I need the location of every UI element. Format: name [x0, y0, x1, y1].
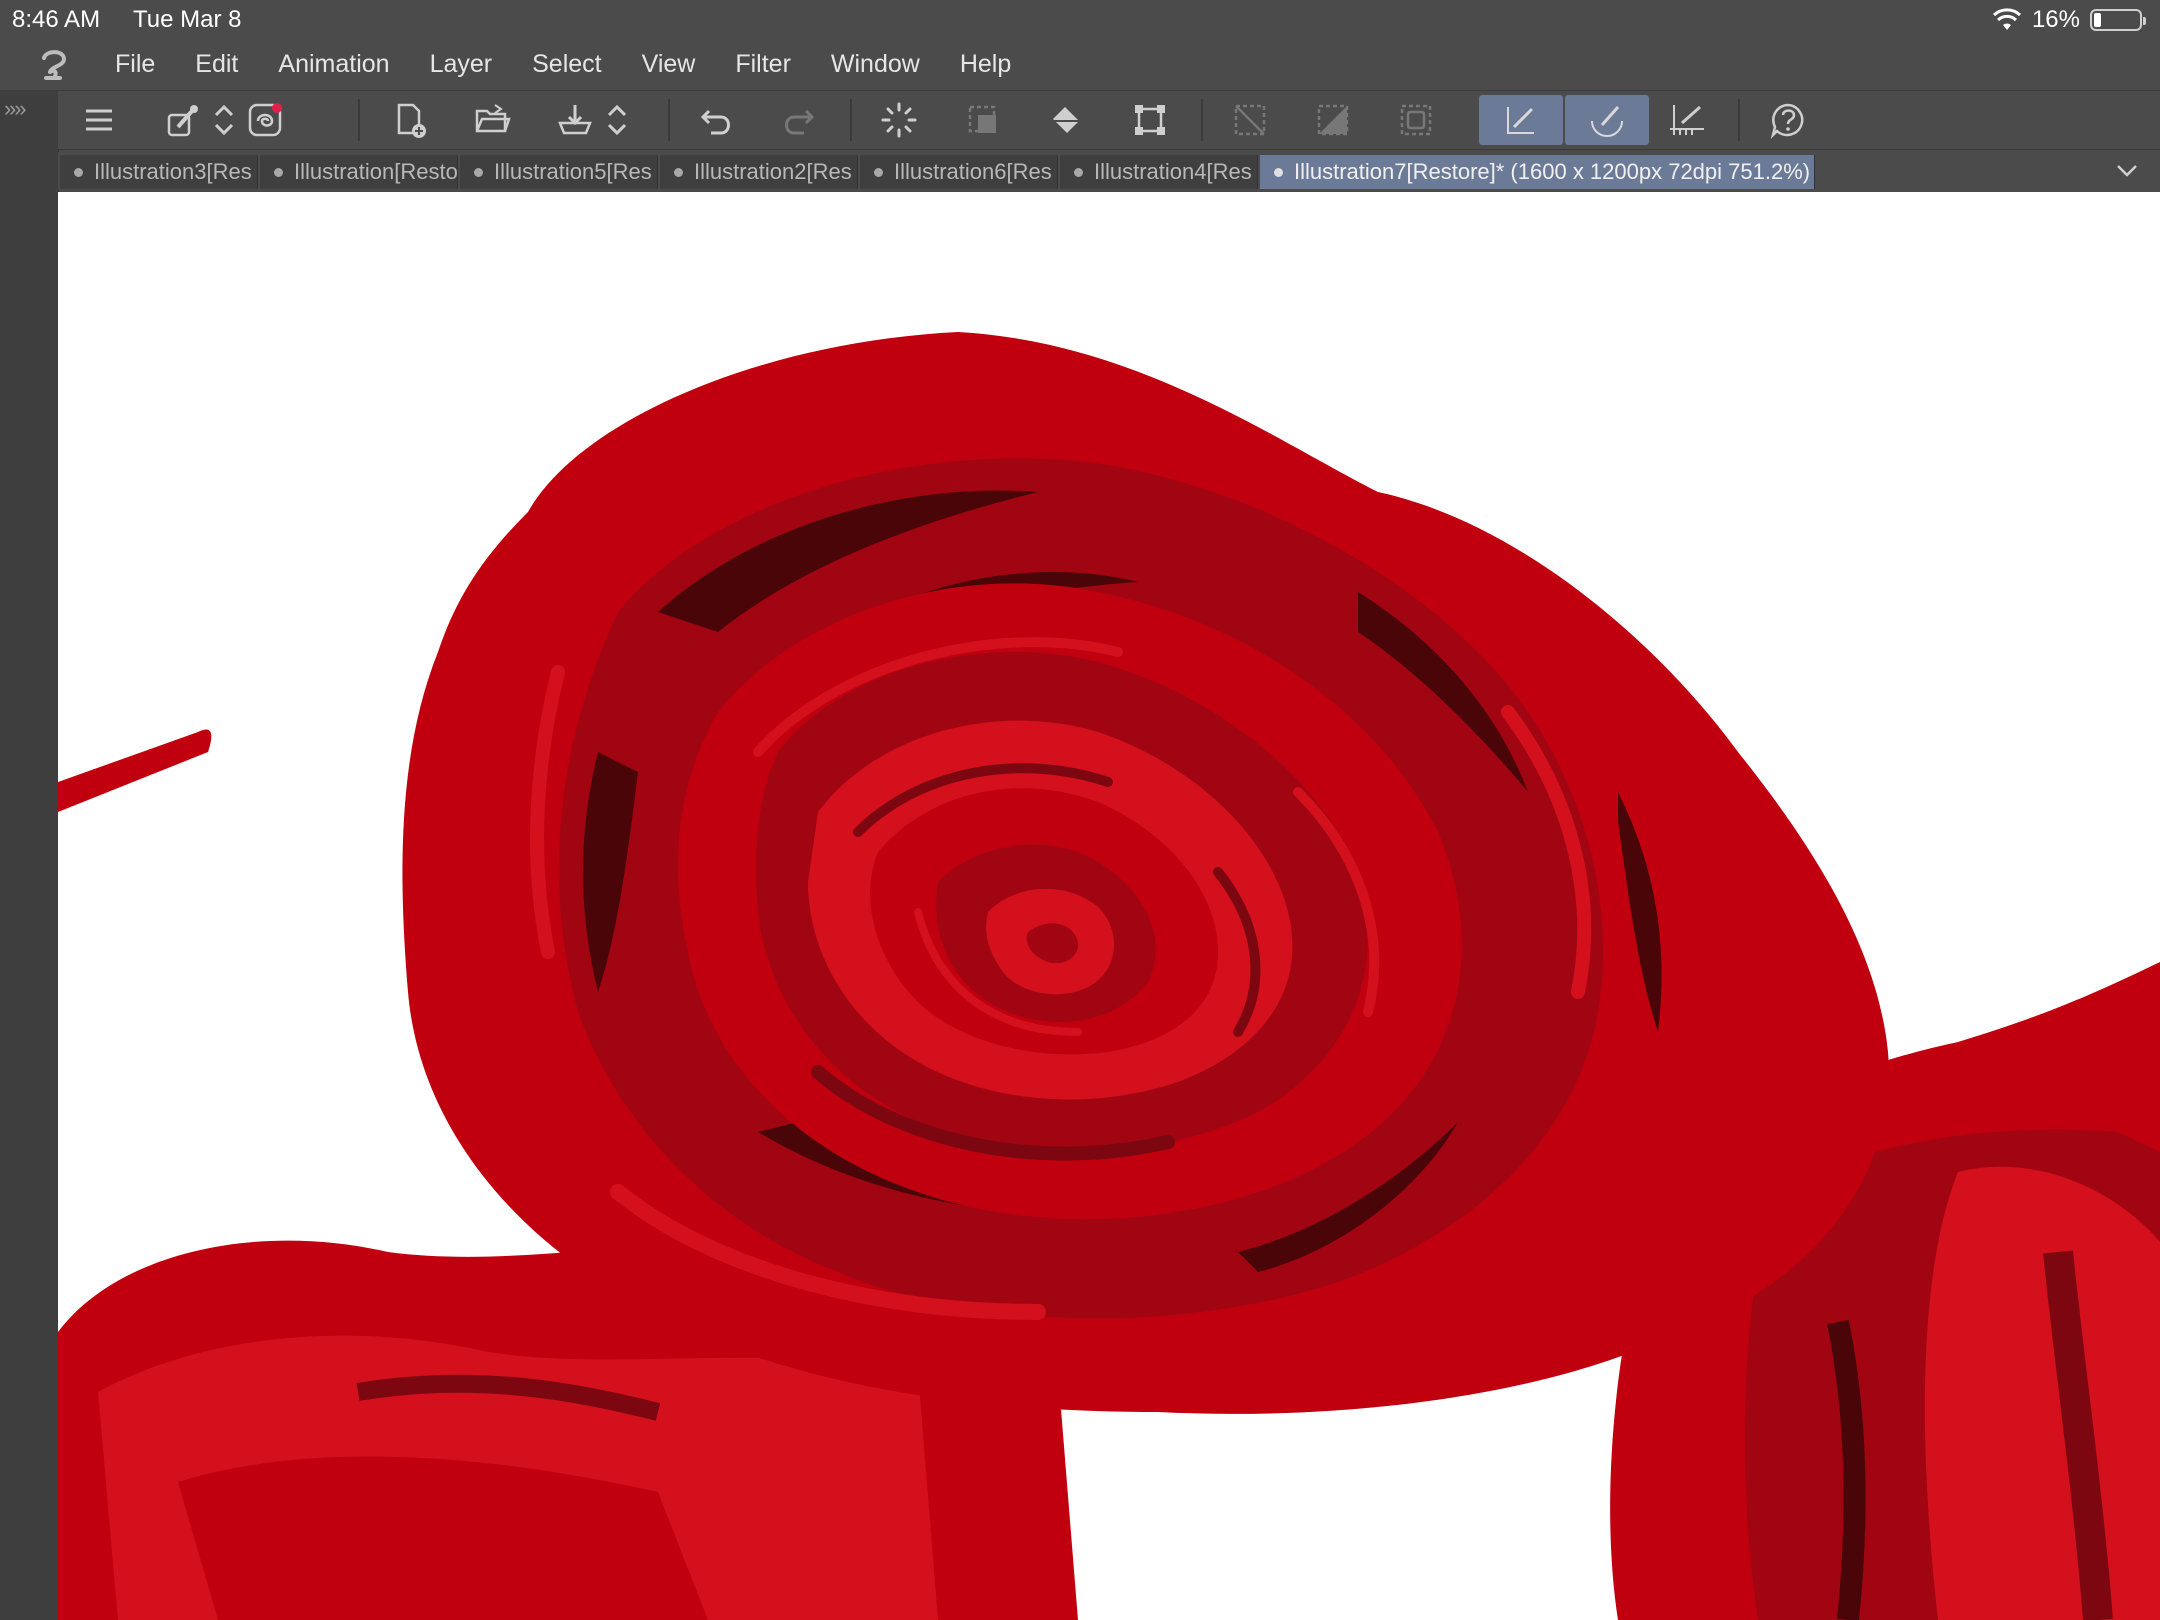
- up-down-arrows-icon-2[interactable]: [591, 95, 643, 145]
- status-bar: 8:46 AM Tue Mar 8 16%: [0, 0, 2160, 40]
- help-icon[interactable]: [1762, 95, 1814, 145]
- snap-special-ruler-icon[interactable]: [1565, 95, 1649, 145]
- show-selection-icon[interactable]: [1390, 95, 1442, 145]
- tab-illustration4[interactable]: Illustration4[Res: [1060, 155, 1258, 189]
- tab-label: Illustration2[Res: [694, 159, 852, 184]
- undo-icon[interactable]: [690, 95, 742, 145]
- menu-icon[interactable]: [73, 95, 125, 145]
- open-folder-icon[interactable]: [466, 95, 518, 145]
- menu-item-select[interactable]: Select: [532, 50, 601, 79]
- menu-item-view[interactable]: View: [642, 50, 696, 79]
- menu-item-window[interactable]: Window: [831, 50, 920, 79]
- menu-item-help[interactable]: Help: [960, 50, 1011, 79]
- tab-illustration7[interactable]: Illustration7[Restore]* (1600 x 1200px 7…: [1260, 155, 1815, 189]
- transform-selection-icon[interactable]: [957, 95, 1009, 145]
- tab-label: Illustration7[Restore]* (1600 x 1200px 7…: [1294, 159, 1811, 184]
- companion-icon[interactable]: [239, 95, 291, 145]
- menu-item-layer[interactable]: Layer: [430, 50, 493, 79]
- status-date: Tue Mar 8: [133, 6, 242, 33]
- menu-item-filter[interactable]: Filter: [735, 50, 791, 79]
- battery-icon: [2090, 9, 2146, 31]
- status-right: 16%: [1992, 6, 2146, 34]
- tab-illustration2[interactable]: Illustration2[Res: [660, 155, 858, 189]
- rose-artwork: [58, 332, 2160, 1620]
- document-tabs: Illustration3[Res Illustration[Resto Ill…: [58, 152, 2160, 190]
- invert-selection-icon[interactable]: [1307, 95, 1359, 145]
- tab-label: Illustration5[Res: [494, 159, 652, 184]
- menu-item-file[interactable]: File: [115, 50, 155, 79]
- redo-icon[interactable]: [773, 95, 825, 145]
- snap-ruler-icon[interactable]: [1479, 95, 1563, 145]
- app-logo-icon[interactable]: [36, 48, 72, 84]
- tab-label: Illustration3[Res: [94, 159, 252, 184]
- expand-panel-icon[interactable]: »»: [4, 96, 27, 122]
- new-document-icon[interactable]: [384, 95, 436, 145]
- menu-bar: File Edit Animation Layer Select View Filter Wi…: [0, 40, 2160, 91]
- tab-illustration[interactable]: Illustration[Resto: [260, 155, 458, 189]
- snap-grid-icon[interactable]: [1661, 95, 1713, 145]
- tab-illustration6[interactable]: Illustration6[Res: [860, 155, 1058, 189]
- menu-items: File Edit Animation Layer Select View Filter Wi…: [115, 50, 1051, 79]
- transform-icon[interactable]: [1124, 95, 1176, 145]
- tab-label: Illustration[Resto: [294, 159, 458, 184]
- tab-illustration3[interactable]: Illustration3[Res: [60, 155, 258, 189]
- chevron-down-icon[interactable]: [2112, 156, 2142, 186]
- left-panel-rail: »»: [0, 90, 59, 1620]
- clear-selection-icon[interactable]: [1224, 95, 1276, 145]
- wifi-icon: [1992, 8, 2022, 32]
- menu-item-edit[interactable]: Edit: [195, 50, 238, 79]
- tab-illustration5[interactable]: Illustration5[Res: [460, 155, 658, 189]
- drawing-canvas[interactable]: [58, 192, 2160, 1620]
- tab-label: Illustration6[Res: [894, 159, 1052, 184]
- command-bar: [58, 91, 2160, 150]
- battery-percent: 16%: [2031, 6, 2080, 33]
- menu-item-animation[interactable]: Animation: [278, 50, 389, 79]
- fill-bucket-icon[interactable]: [1040, 95, 1092, 145]
- loading-spinner-icon[interactable]: [873, 95, 925, 145]
- tab-label: Illustration4[Res: [1094, 159, 1252, 184]
- status-time: 8:46 AM: [12, 6, 101, 33]
